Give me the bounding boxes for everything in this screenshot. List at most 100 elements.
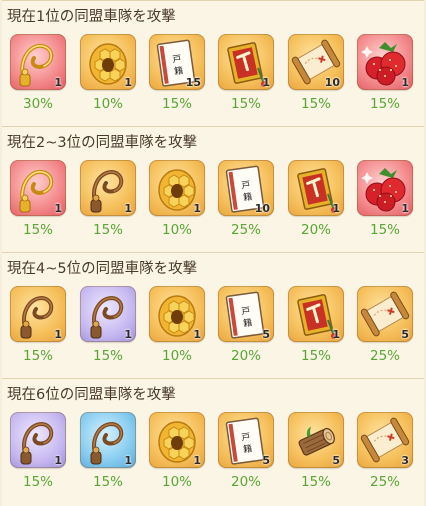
reward-item[interactable]: 戸 籍 10 25% [216, 160, 276, 238]
item-count: 5 [262, 328, 270, 341]
item-count: 10 [254, 202, 270, 215]
item-slot[interactable]: 戸 籍 15 [149, 34, 205, 90]
section-title: 現在4~5位の同盟車隊を攻撃 [7, 261, 198, 277]
reward-item[interactable]: 1 15% [355, 34, 415, 112]
drop-rate-percent: 20% [300, 222, 331, 238]
reward-item[interactable]: 1 15% [78, 412, 138, 490]
drop-rate-percent: 15% [369, 222, 400, 238]
item-slot[interactable]: 1 [80, 412, 136, 468]
item-slot[interactable]: 1 [10, 286, 66, 342]
item-count: 5 [262, 454, 270, 467]
svg-text:戸: 戸 [241, 431, 251, 443]
item-count: 10 [324, 76, 340, 89]
reward-item[interactable]: 10 15% [286, 34, 346, 112]
reward-section: 現在1位の同盟車隊を攻撃 1 30% 1 10% 戸 籍 15 15% 1 15… [2, 0, 424, 127]
item-count: 1 [54, 328, 62, 341]
drop-rate-percent: 15% [230, 96, 261, 112]
reward-item[interactable]: 1 10% [147, 286, 207, 364]
item-count: 1 [262, 76, 270, 89]
drop-rate-percent: 15% [92, 474, 123, 490]
drop-rate-percent: 20% [230, 474, 261, 490]
drop-rate-percent: 15% [22, 474, 53, 490]
item-slot[interactable]: 1 [218, 34, 274, 90]
drop-rate-percent: 15% [369, 96, 400, 112]
drop-rate-percent: 15% [92, 348, 123, 364]
reward-item[interactable]: 1 10% [147, 160, 207, 238]
svg-text:戸: 戸 [172, 53, 182, 65]
drop-rate-percent: 10% [161, 222, 192, 238]
item-slot[interactable]: 1 [357, 160, 413, 216]
item-slot[interactable]: 1 [80, 286, 136, 342]
drop-rate-percent: 15% [22, 222, 53, 238]
item-slot[interactable]: 10 [288, 34, 344, 90]
item-slot[interactable]: 1 [149, 412, 205, 468]
item-count: 15 [185, 76, 201, 89]
item-count: 1 [124, 202, 132, 215]
reward-item[interactable]: 5 15% [286, 412, 346, 490]
item-slot[interactable]: 1 [80, 160, 136, 216]
item-count: 1 [124, 454, 132, 467]
item-slot[interactable]: 5 [288, 412, 344, 468]
drop-rate-percent: 15% [92, 222, 123, 238]
item-slot[interactable]: 1 [149, 286, 205, 342]
item-slot[interactable]: 1 [288, 160, 344, 216]
drop-rate-percent: 30% [22, 96, 53, 112]
item-count: 1 [193, 202, 201, 215]
item-slot[interactable]: 5 [357, 286, 413, 342]
item-count: 1 [124, 328, 132, 341]
drop-rate-percent: 25% [369, 348, 400, 364]
item-slot[interactable]: 1 [10, 34, 66, 90]
reward-item[interactable]: 1 15% [8, 160, 68, 238]
reward-item[interactable]: 1 20% [286, 160, 346, 238]
reward-item[interactable]: 戸 籍 15 15% [147, 34, 207, 112]
item-count: 1 [401, 76, 409, 89]
item-count: 5 [401, 328, 409, 341]
item-count: 1 [54, 76, 62, 89]
reward-item[interactable]: 戸 籍 5 20% [216, 412, 276, 490]
reward-item[interactable]: 戸 籍 5 20% [216, 286, 276, 364]
reward-item[interactable]: 3 25% [355, 412, 415, 490]
item-slot[interactable]: 1 [80, 34, 136, 90]
reward-item[interactable]: 1 15% [286, 286, 346, 364]
drop-rate-percent: 10% [161, 348, 192, 364]
reward-item[interactable]: 1 10% [78, 34, 138, 112]
item-slot[interactable]: 戸 籍 10 [218, 160, 274, 216]
drop-rate-percent: 15% [300, 474, 331, 490]
item-slot[interactable]: 戸 籍5 [218, 412, 274, 468]
drop-rate-percent: 15% [300, 96, 331, 112]
drop-rate-percent: 25% [369, 474, 400, 490]
item-slot[interactable]: 3 [357, 412, 413, 468]
drop-rate-percent: 15% [161, 96, 192, 112]
reward-item[interactable]: 1 15% [8, 286, 68, 364]
reward-section: 現在6位の同盟車隊を攻撃 115% 115% 110% 戸 籍520% [2, 378, 424, 506]
reward-panel: 現在1位の同盟車隊を攻撃 1 30% 1 10% 戸 籍 15 15% 1 15… [0, 0, 426, 506]
item-slot[interactable]: 戸 籍5 [218, 286, 274, 342]
item-slot[interactable]: 1 [357, 34, 413, 90]
drop-rate-percent: 10% [161, 474, 192, 490]
item-count: 1 [124, 76, 132, 89]
item-count: 1 [401, 202, 409, 215]
reward-item[interactable]: 1 15% [78, 160, 138, 238]
item-count: 1 [193, 454, 201, 467]
item-slot[interactable]: 1 [149, 160, 205, 216]
reward-section: 現在2~3位の同盟車隊を攻撃 1 15% 1 15% 1 10% 戸 籍 10 25% [2, 126, 424, 253]
item-slot[interactable]: 1 [288, 286, 344, 342]
drop-rate-percent: 20% [230, 348, 261, 364]
item-slot[interactable]: 1 [10, 412, 66, 468]
svg-text:戸: 戸 [241, 305, 251, 317]
reward-item[interactable]: 1 15% [216, 34, 276, 112]
item-slot[interactable]: 1 [10, 160, 66, 216]
reward-item[interactable]: 1 30% [8, 34, 68, 112]
section-title: 現在1位の同盟車隊を攻撃 [7, 9, 176, 25]
item-count: 1 [193, 328, 201, 341]
reward-item[interactable]: 1 15% [78, 286, 138, 364]
drop-rate-percent: 15% [22, 348, 53, 364]
item-count: 1 [332, 328, 340, 341]
reward-item[interactable]: 1 15% [8, 412, 68, 490]
drop-rate-percent: 10% [92, 96, 123, 112]
reward-item[interactable]: 5 25% [355, 286, 415, 364]
reward-item[interactable]: 1 15% [355, 160, 415, 238]
item-count: 1 [332, 202, 340, 215]
reward-item[interactable]: 1 10% [147, 412, 207, 490]
svg-text:戸: 戸 [241, 179, 251, 191]
